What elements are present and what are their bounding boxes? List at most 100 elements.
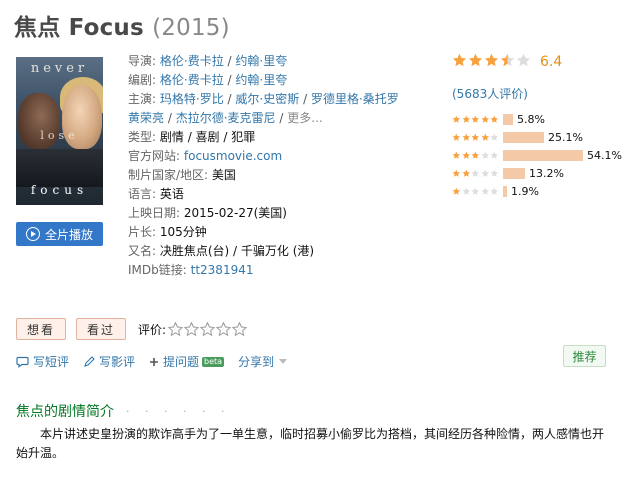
rating-stars: 6.4 [452,53,622,71]
language-value: 英语 [159,187,184,201]
star-small-icon [481,133,489,141]
poster-text-2: lose [40,129,79,142]
action-row: 想看 看过 评价: [16,318,248,340]
rating-score: 6.4 [540,54,563,70]
writer-link[interactable]: 格伦·费卡拉 [160,73,224,87]
write-short-review-label: 写短评 [33,355,70,369]
star-small-icon [452,133,461,141]
dist-percent: 1.9% [511,184,539,198]
dist-stars [452,169,500,178]
write-review-button[interactable]: 写影评 [83,353,135,370]
rating-distribution: 5.8% 25.1% 54.1% 13.2% 1.9% [452,110,622,200]
website-link[interactable]: focusmovie.com [184,149,282,163]
star-small-icon [462,151,470,159]
cast-row: 主演: 玛格特·罗比 / 威尔·史密斯 / 罗德里格·桑托罗 [128,92,399,106]
aka-row: 又名: 决胜焦点(台) / 千骗万化 (港) [128,244,315,258]
write-short-review-button[interactable]: 写短评 [16,353,69,370]
rating-count-link[interactable]: (5683人评价) [452,85,622,102]
country-row: 制片国家/地区: 美国 [128,168,236,182]
language-row: 语言: 英语 [128,187,184,201]
dist-bar [503,113,513,125]
cast-link[interactable]: 威尔·史密斯 [235,92,299,106]
beta-badge: beta [202,356,225,367]
movie-year: (2015) [152,15,230,41]
star-small-icon [471,115,480,123]
star-small-icon [490,115,499,123]
dist-percent: 5.8% [517,112,545,126]
dist-bar [503,167,525,179]
cast-link[interactable]: 杰拉尔德·麦克雷尼 [176,111,276,125]
rate-star-icon[interactable] [200,321,216,337]
star-small-icon [490,133,499,141]
rate-star-icon[interactable] [232,321,248,337]
star-small-icon [481,151,489,159]
imdb-link[interactable]: tt2381941 [191,263,254,277]
rate-stars-input[interactable] [168,321,248,337]
rating-panel: 6.4 (5683人评价) 5.8% 25.1% 54.1% 13.2% 1.9% [452,53,622,200]
dist-bar [503,185,507,197]
cast-more-link[interactable]: 更多... [287,111,322,125]
imdb-row: IMDb链接: tt2381941 [128,263,254,277]
writer-link-2[interactable]: 约翰·里夸 [235,73,287,87]
dist-percent: 25.1% [548,130,583,144]
recommend-button[interactable]: 推荐 [563,345,606,367]
star-small-icon [452,151,461,159]
movie-title: 焦点 Focus [14,15,144,41]
rating-dist-row: 5.8% [452,110,622,128]
star-small-icon [452,115,461,123]
country-value: 美国 [211,168,236,182]
dist-percent: 13.2% [529,166,564,180]
cast-link[interactable]: 罗德里格·桑托罗 [311,92,399,106]
want-to-watch-button[interactable]: 想看 [16,318,67,340]
dist-bar [503,131,544,143]
movie-poster[interactable]: never lose focus [16,57,103,205]
star-small-icon [471,133,480,141]
star-small-icon [490,187,499,195]
rate-star-icon[interactable] [168,321,184,337]
rating-dist-row: 1.9% [452,182,622,200]
dist-percent: 54.1% [587,148,622,162]
cast-link[interactable]: 黄荣亮 [128,111,164,125]
star-small-icon [481,169,489,177]
release-value: 2015-02-27(美国) [183,206,287,220]
star-small-icon [471,187,480,195]
star-small-icon [490,151,499,159]
director-row: 导演: 格伦·费卡拉 / 约翰·里夸 [128,54,288,68]
play-button-label: 全片播放 [44,227,93,242]
rate-star-icon[interactable] [184,321,200,337]
director-link[interactable]: 格伦·费卡拉 [160,54,224,68]
rating-dist-row: 25.1% [452,128,622,146]
watched-button[interactable]: 看过 [76,318,127,340]
dist-stars [452,187,500,196]
rating-stars-icons [452,53,532,71]
share-dropdown[interactable]: 分享到 [238,353,288,370]
star-small-icon [481,187,489,195]
star-full-icon [468,53,483,67]
star-full-icon [452,53,467,67]
movie-info: 导演: 格伦·费卡拉 / 约翰·里夸 编剧: 格伦·费卡拉 / 约翰·里夸 主演… [128,52,399,280]
star-small-icon [462,115,470,123]
synopsis-title: 焦点的剧情简介 [16,404,114,420]
cast-link[interactable]: 玛格特·罗比 [160,92,224,106]
dist-stars [452,133,500,142]
poster-text-1: never [30,61,89,76]
play-icon [25,227,40,241]
play-full-button[interactable]: 全片播放 [16,222,103,246]
ask-question-button[interactable]: 提问题 beta [149,353,225,370]
star-small-icon [490,169,499,177]
write-review-label: 写影评 [99,355,136,369]
rate-star-icon[interactable] [216,321,232,337]
rating-dist-row: 13.2% [452,164,622,182]
star-empty-icon [516,53,531,67]
website-row: 官方网站: focusmovie.com [128,149,283,163]
synopsis-heading: 焦点的剧情简介 · · · · · · [16,401,230,421]
star-small-icon [452,187,461,195]
runtime-row: 片长: 105分钟 [128,225,207,239]
star-small-icon [481,115,489,123]
director-link-2[interactable]: 约翰·里夸 [235,54,287,68]
star-small-icon [452,169,461,177]
tools-row: 写短评 写影评 提问题 beta 分享到 [16,353,301,370]
star-full-icon [484,53,499,67]
genre-value: 剧情 / 喜剧 / 犯罪 [159,130,256,144]
star-half-icon [500,53,515,67]
